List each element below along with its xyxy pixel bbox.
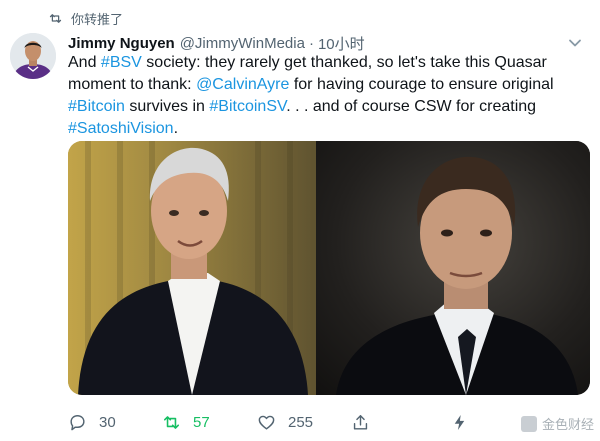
tweet-text: And #BSV society: they rarely get thanke… xyxy=(68,52,568,140)
chevron-down-icon[interactable] xyxy=(568,38,582,48)
share-button[interactable] xyxy=(351,408,382,436)
avatar[interactable] xyxy=(10,33,56,79)
reply-button[interactable]: 30 xyxy=(68,408,116,436)
share-icon xyxy=(353,414,368,430)
reply-count: 30 xyxy=(99,413,116,431)
timestamp[interactable]: 10小时 xyxy=(318,33,365,54)
text-segment: And xyxy=(68,54,101,71)
analytics-button[interactable] xyxy=(450,408,481,436)
media-photo-right[interactable] xyxy=(316,141,590,395)
portrait-left xyxy=(68,141,316,395)
text-segment: . xyxy=(173,120,179,137)
hashtag-link[interactable]: #Bitcoin xyxy=(68,98,125,115)
retweet-context-label: 你转推了 xyxy=(71,11,124,27)
tweet-actions: 30 57 255 xyxy=(68,408,590,436)
avatar-image xyxy=(10,33,56,79)
retweet-context: 你转推了 xyxy=(48,8,123,28)
reply-icon xyxy=(70,414,85,430)
retweet-icon xyxy=(49,13,62,23)
text-segment: survives in xyxy=(124,98,210,115)
tweet-header: Jimmy Nguyen @JimmyWinMedia · 10小时 xyxy=(68,32,560,54)
text-segment: for having courage to ensure original xyxy=(289,76,554,93)
separator-dot: · xyxy=(308,34,314,52)
retweet-icon xyxy=(163,415,180,429)
like-button[interactable]: 255 xyxy=(257,408,313,436)
lightning-icon xyxy=(454,414,465,430)
watermark-text: 金色财经 xyxy=(541,417,594,432)
retweet-count: 57 xyxy=(193,413,210,431)
watermark: 金色财经 xyxy=(520,414,594,433)
handle[interactable]: @JimmyWinMedia xyxy=(180,35,305,52)
retweet-button[interactable]: 57 xyxy=(162,408,210,436)
tweet-media[interactable] xyxy=(68,141,590,395)
text-segment: . . . and of course CSW for creating xyxy=(286,98,537,115)
heart-icon xyxy=(258,415,275,430)
hashtag-link[interactable]: #BitcoinSV xyxy=(209,98,286,115)
hashtag-link[interactable]: #BSV xyxy=(101,54,142,71)
portrait-right xyxy=(316,141,590,395)
display-name[interactable]: Jimmy Nguyen xyxy=(68,35,175,52)
media-photo-left[interactable] xyxy=(68,141,316,395)
watermark-logo-icon xyxy=(520,415,537,432)
like-count: 255 xyxy=(288,413,314,431)
mention-link[interactable]: @CalvinAyre xyxy=(196,76,289,93)
hashtag-link[interactable]: #SatoshiVision xyxy=(68,120,174,137)
